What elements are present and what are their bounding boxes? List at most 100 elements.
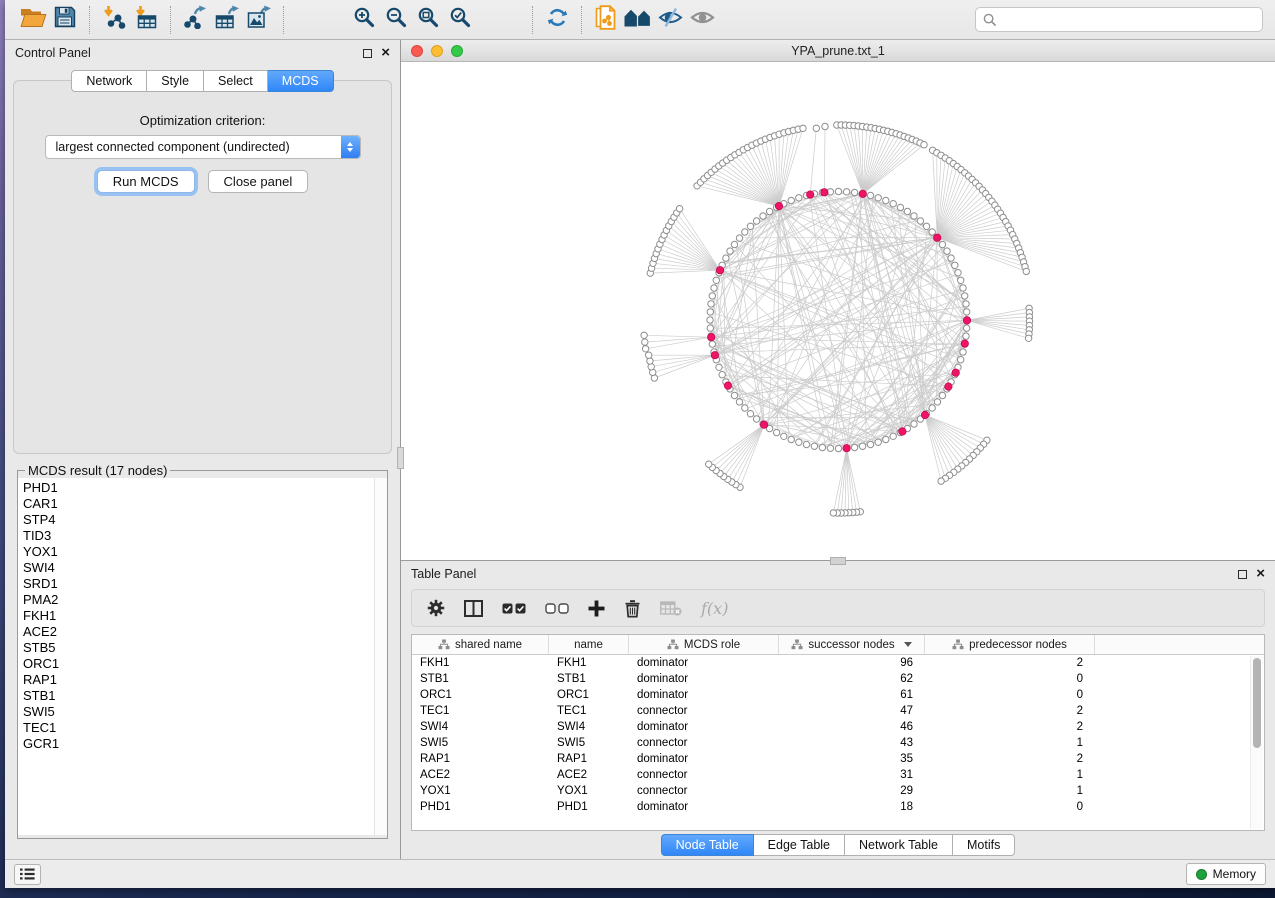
table-settings-button[interactable] [427, 599, 445, 617]
column-header-filler [1095, 635, 1264, 654]
mcds-node-item[interactable]: TID3 [23, 528, 387, 544]
mcds-node-item[interactable]: SWI5 [23, 704, 387, 720]
mcds-node-item[interactable]: PHD1 [23, 480, 387, 496]
tab-edge-table[interactable]: Edge Table [754, 834, 845, 856]
tab-motifs[interactable]: Motifs [953, 834, 1015, 856]
table-row[interactable]: PHD1PHD1dominator180 [412, 799, 1264, 815]
network-canvas[interactable] [401, 62, 1275, 560]
zoom-selected-button[interactable] [444, 5, 476, 35]
tab-network-table[interactable]: Network Table [845, 834, 953, 856]
delete-column-button[interactable] [624, 599, 641, 618]
close-panel-icon[interactable]: × [381, 48, 390, 58]
search-field[interactable] [975, 7, 1263, 32]
table-toolbar: f(x) [411, 589, 1265, 627]
show-columns-button[interactable] [464, 600, 483, 617]
tab-node-table[interactable]: Node Table [661, 834, 754, 856]
table-row[interactable]: YOX1YOX1connector291 [412, 783, 1264, 799]
float-panel-icon[interactable] [363, 49, 372, 58]
mcds-result-title: MCDS result (17 nodes) [25, 463, 170, 478]
table-row[interactable]: STB1STB1dominator620 [412, 671, 1264, 687]
task-history-button[interactable] [14, 864, 41, 885]
tab-select[interactable]: Select [204, 70, 268, 92]
minimize-window-icon[interactable] [431, 45, 443, 57]
horizontal-splitter-handle[interactable] [830, 557, 846, 565]
mcds-result-listbox[interactable]: PHD1CAR1STP4TID3YOX1SWI4SRD1PMA2FKH1ACE2… [18, 478, 387, 835]
network-window-title: YPA_prune.txt_1 [401, 44, 1275, 58]
tab-style[interactable]: Style [147, 70, 204, 92]
save-session-button[interactable] [49, 5, 81, 35]
mcds-list-scrollbar[interactable] [374, 478, 387, 835]
table-cell: dominator [629, 753, 779, 765]
double-home-button[interactable] [622, 5, 654, 35]
show-hidden-button[interactable] [686, 5, 718, 35]
add-column-button[interactable] [588, 600, 605, 617]
close-panel-icon[interactable]: × [1256, 569, 1265, 579]
duplicate-network-button[interactable] [590, 5, 622, 35]
mcds-node-item[interactable]: GCR1 [23, 736, 387, 752]
maximize-window-icon[interactable] [451, 45, 463, 57]
import-table-button[interactable] [130, 5, 162, 35]
mcds-node-item[interactable]: STB1 [23, 688, 387, 704]
deselect-all-button[interactable] [545, 603, 569, 614]
table-cell: FKH1 [549, 657, 629, 669]
zoom-out-button[interactable] [380, 5, 412, 35]
table-scrollbar-thumb[interactable] [1253, 658, 1261, 748]
table-row[interactable]: ACE2ACE2connector311 [412, 767, 1264, 783]
table-scrollbar[interactable] [1250, 656, 1263, 829]
table-cell: 1 [925, 769, 1095, 781]
column-header-MCDS-role[interactable]: MCDS role [629, 635, 779, 654]
mcds-node-item[interactable]: FKH1 [23, 608, 387, 624]
tab-mcds[interactable]: MCDS [268, 70, 334, 92]
mcds-node-item[interactable]: SRD1 [23, 576, 387, 592]
mcds-node-item[interactable]: STP4 [23, 512, 387, 528]
table-row[interactable]: SWI5SWI5connector431 [412, 735, 1264, 751]
export-network-button[interactable] [179, 5, 211, 35]
open-session-button[interactable] [17, 5, 49, 35]
delete-table-icon [660, 601, 682, 616]
optimization-criterion-dropdown[interactable]: largest connected component (undirected) [45, 135, 361, 159]
table-row[interactable]: ORC1ORC1dominator610 [412, 687, 1264, 703]
mcds-node-item[interactable]: STB5 [23, 640, 387, 656]
close-window-icon[interactable] [411, 45, 423, 57]
table-cell: 47 [779, 705, 925, 717]
mcds-node-item[interactable]: SWI4 [23, 560, 387, 576]
mcds-node-item[interactable]: RAP1 [23, 672, 387, 688]
import-network-button[interactable] [98, 5, 130, 35]
chevron-down-icon [347, 148, 353, 152]
hide-selected-button[interactable] [654, 5, 686, 35]
network-window-titlebar[interactable]: YPA_prune.txt_1 [401, 40, 1275, 62]
table-row[interactable]: FKH1FKH1dominator962 [412, 655, 1264, 671]
memory-button[interactable]: Memory [1186, 863, 1266, 885]
float-panel-icon[interactable] [1238, 570, 1247, 579]
eye-slash-icon [658, 7, 683, 33]
search-input[interactable] [1002, 10, 1255, 30]
attribute-type-icon [438, 639, 450, 650]
table-row[interactable]: RAP1RAP1dominator352 [412, 751, 1264, 767]
column-header-predecessor-nodes[interactable]: predecessor nodes [925, 635, 1095, 654]
column-header-name[interactable]: name [549, 635, 629, 654]
tab-network[interactable]: Network [71, 70, 147, 92]
run-mcds-button[interactable]: Run MCDS [97, 170, 195, 193]
close-panel-button[interactable]: Close panel [208, 170, 309, 193]
mcds-node-item[interactable]: CAR1 [23, 496, 387, 512]
zoom-fit-button[interactable] [412, 5, 444, 35]
column-header-successor-nodes[interactable]: successor nodes [779, 635, 925, 654]
table-row[interactable]: TEC1TEC1connector472 [412, 703, 1264, 719]
column-header-shared-name[interactable]: shared name [412, 635, 549, 654]
mcds-node-item[interactable]: ORC1 [23, 656, 387, 672]
table-panel-tabs: Node Table Edge Table Network Table Moti… [401, 831, 1275, 859]
table-row[interactable]: SWI4SWI4dominator462 [412, 719, 1264, 735]
mcds-node-item[interactable]: YOX1 [23, 544, 387, 560]
export-table-button[interactable] [211, 5, 243, 35]
vertical-splitter-handle[interactable] [397, 447, 404, 469]
select-all-button[interactable] [502, 603, 526, 614]
table-cell: 1 [925, 785, 1095, 797]
mcds-node-item[interactable]: TEC1 [23, 720, 387, 736]
refresh-layout-button[interactable] [541, 5, 573, 35]
export-image-button[interactable] [243, 5, 275, 35]
table-cell: connector [629, 769, 779, 781]
mcds-node-item[interactable]: PMA2 [23, 592, 387, 608]
mcds-node-item[interactable]: ACE2 [23, 624, 387, 640]
table-cell: 0 [925, 689, 1095, 701]
zoom-in-button[interactable] [348, 5, 380, 35]
